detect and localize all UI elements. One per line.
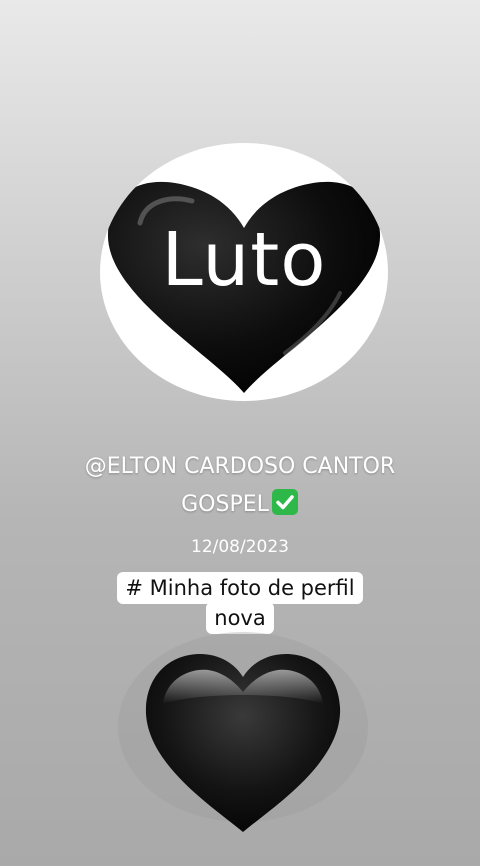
heart-text: Luto xyxy=(161,217,327,303)
handle-line-2-text: GOSPEL xyxy=(181,492,269,517)
profile-avatar: Luto xyxy=(100,143,388,401)
handle-line-2: GOSPEL xyxy=(20,486,460,524)
profile-handle: @ELTON CARDOSO CANTOR GOSPEL xyxy=(20,448,460,524)
large-black-heart-icon xyxy=(118,632,368,832)
caption: # Minha foto de perfil nova xyxy=(0,572,480,634)
caption-line-2: nova xyxy=(206,602,274,634)
check-mark-icon xyxy=(271,489,298,515)
handle-line-1: @ELTON CARDOSO CANTOR xyxy=(84,454,396,479)
caption-line-1: # Minha foto de perfil xyxy=(117,572,363,604)
post-date: 12/08/2023 xyxy=(191,537,289,557)
